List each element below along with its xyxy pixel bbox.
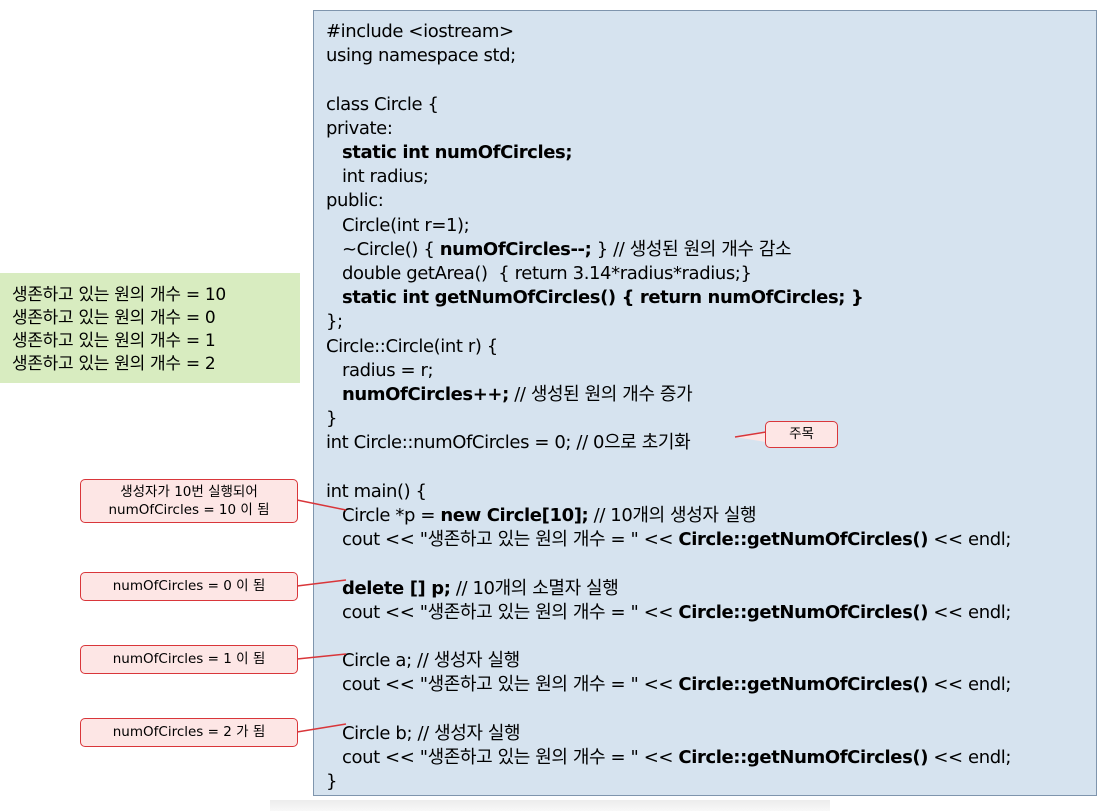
callout-count-zero-text: numOfCircles = 0 이 됨 <box>112 578 266 594</box>
callout-connectors <box>296 431 767 733</box>
callout-constructor-line1: 생성자가 10번 실행되어 <box>120 484 258 500</box>
connector-two <box>296 723 347 733</box>
callout-count-two-text: numOfCircles = 2 가 됨 <box>112 724 266 740</box>
callout-constructor-line2: numOfCircles = 10 이 됨 <box>108 502 270 518</box>
bottom-shadow <box>270 800 830 811</box>
connector-one <box>296 653 347 660</box>
callout-count-one: numOfCircles = 1 이 됨 <box>80 645 298 674</box>
connector-zero <box>296 579 347 587</box>
callout-count-zero: numOfCircles = 0 이 됨 <box>80 572 298 601</box>
callout-note-text: 주목 <box>789 426 814 442</box>
callout-count-one-text: numOfCircles = 1 이 됨 <box>112 651 266 667</box>
connector-ctor <box>296 499 347 511</box>
connector-note <box>734 431 767 442</box>
callout-note: 주목 <box>765 421 838 448</box>
callout-count-two: numOfCircles = 2 가 됨 <box>80 718 298 747</box>
callout-constructor: 생성자가 10번 실행되어 numOfCircles = 10 이 됨 <box>80 479 298 523</box>
